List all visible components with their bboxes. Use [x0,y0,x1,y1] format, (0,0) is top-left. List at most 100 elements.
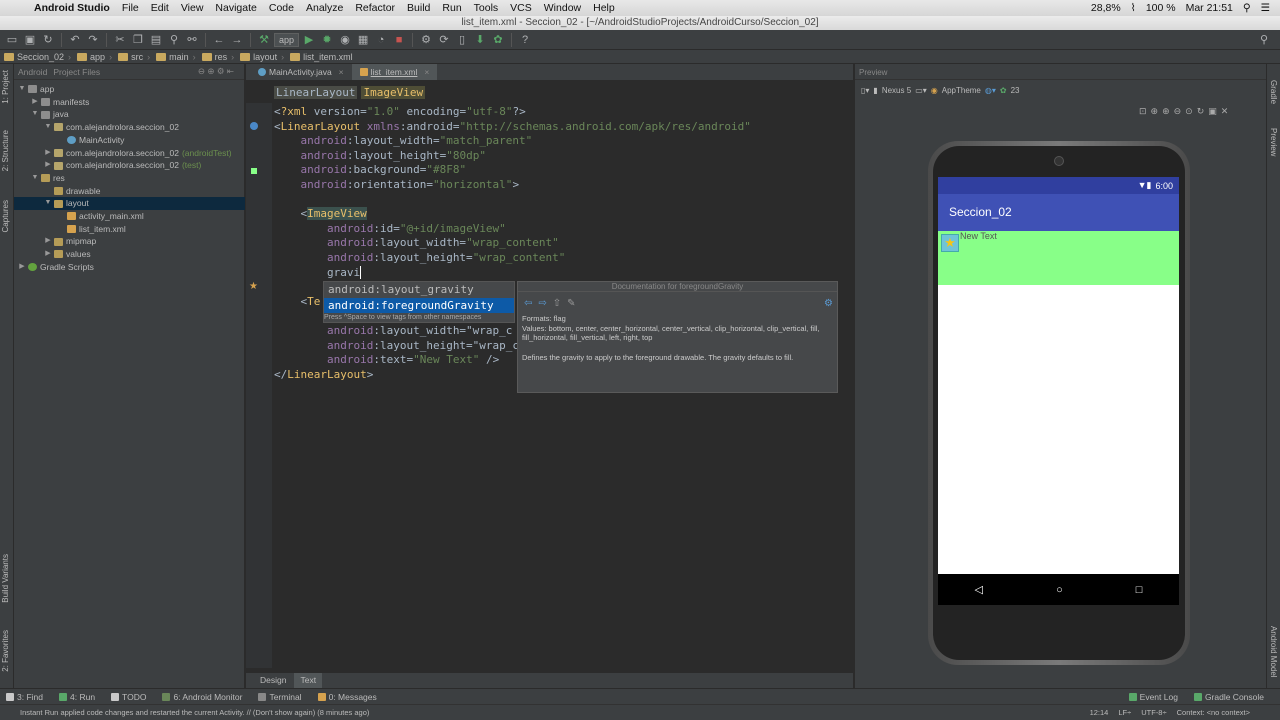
cut-icon[interactable]: ✂ [112,32,128,48]
tool-window-4-run[interactable]: 4: Run [59,692,95,702]
tree-item-mainactivity[interactable]: MainActivity [14,134,245,147]
api-level-selector[interactable]: 23 [1011,86,1020,95]
code-line[interactable]: android:layout_height="wrap_c [274,339,519,354]
copy-icon[interactable]: ❐ [130,32,146,48]
editor-tab-list-item-xml[interactable]: list_item.xml × [351,64,438,80]
code-line[interactable]: <?xml version="1.0" encoding="utf-8"?> [274,105,526,120]
app-menu[interactable]: Android Studio [34,2,110,14]
tool-window-0-messages[interactable]: 0: Messages [317,692,377,702]
doc-up-icon[interactable]: ⇧ [553,298,561,309]
run-marker-icon[interactable] [250,122,258,130]
tree-item-mipmap[interactable]: ▶ mipmap [14,235,245,248]
favorites-tool-tab[interactable]: 2: Favorites [1,630,10,672]
expand-arrow-icon[interactable]: ▶ [31,96,39,109]
menu-tools[interactable]: Tools [474,2,499,14]
code-line[interactable]: android:layout_width="wrap_c [274,324,512,339]
coverage-icon[interactable]: ▦ [355,32,371,48]
menu-view[interactable]: View [181,2,204,14]
xml-breadcrumb-imageview[interactable]: ImageView [361,86,426,99]
doc-forward-icon[interactable]: ⇨ [538,298,546,309]
locale-icon[interactable]: ◍▾ [985,86,996,95]
file-encoding[interactable]: UTF-8÷ [1141,708,1166,717]
tree-item-activity-main-xml[interactable]: activity_main.xml [14,210,245,223]
code-completion-popup[interactable]: android:layout_gravity android:foreground… [323,281,515,323]
build-variants-tool-tab[interactable]: Build Variants [1,554,10,603]
profile-icon[interactable]: ◔ [373,32,389,48]
menu-edit[interactable]: Edit [151,2,169,14]
android-api-icon[interactable]: ✿ [1000,86,1007,95]
run-config-dropdown[interactable]: app [274,32,300,47]
view-mode-android[interactable]: Android [18,67,47,77]
sync-gradle-icon[interactable]: ⟳ [436,32,452,48]
back-icon[interactable]: ← [211,32,227,48]
apple-icon[interactable] [12,2,26,14]
save-icon[interactable]: ▣ [22,32,38,48]
code-line[interactable]: <Te [274,295,320,310]
doc-edit-source-icon[interactable]: ✎ [567,298,575,309]
run-icon[interactable]: ▶ [301,32,317,48]
theme-icon[interactable]: ◉ [931,86,938,95]
view-mode-project-files[interactable]: Project Files [53,67,100,77]
menu-file[interactable]: File [122,2,139,14]
find-icon[interactable]: ⚲ [166,32,182,48]
make-project-icon[interactable]: ⚒ [256,32,272,48]
spotlight-icon[interactable]: ⚲ [1243,2,1251,14]
search-everywhere-icon[interactable]: ⚲ [1256,32,1272,48]
code-line[interactable]: gravi [274,265,362,281]
code-line[interactable]: </LinearLayout> [274,368,373,383]
tool-window-terminal[interactable]: Terminal [258,692,302,702]
device-selector[interactable]: Nexus 5 [882,86,911,95]
tree-item-com-alejandrolora-seccion-02[interactable]: ▼ com.alejandrolora.seccion_02 [14,121,245,134]
code-line[interactable]: <LinearLayout xmlns:android="http://sche… [274,120,751,135]
tree-item-app[interactable]: ▼ app [14,83,245,96]
tree-item-gradle-scripts[interactable]: ▶ Gradle Scripts [14,261,245,274]
tool-window-3-find[interactable]: 3: Find [6,692,43,702]
code-line[interactable]: android:background="#8F8" [274,163,467,178]
tree-item-com-alejandrolora-seccion-02[interactable]: ▶ com.alejandrolora.seccion_02 (test) [14,159,245,172]
menu-run[interactable]: Run [442,2,461,14]
close-tab-icon[interactable]: × [339,64,344,80]
xml-breadcrumb-linearlayout[interactable]: LinearLayout [274,86,358,99]
stop-icon[interactable]: ■ [391,32,407,48]
preview-options-icon[interactable]: ▯▾ [861,86,869,95]
menu-vcs[interactable]: VCS [510,2,532,14]
breadcrumb-item[interactable]: res › [201,52,234,62]
status-message[interactable]: Instant Run applied code changes and res… [20,708,369,717]
code-line[interactable]: android:layout_width="match_parent" [274,134,533,149]
tree-item-values[interactable]: ▶ values [14,248,245,261]
project-tool-tab[interactable]: 1: Project [1,70,10,104]
tool-window-todo[interactable]: TODO [111,692,146,702]
tree-item-layout[interactable]: ▼ layout [14,197,245,210]
code-line[interactable]: android:id="@+id/imageView" [274,222,506,237]
android-model-tool-tab[interactable]: Android Model [1269,626,1278,678]
context-indicator[interactable]: Context: <no context> [1177,708,1250,717]
sync-icon[interactable]: ↻ [40,32,56,48]
expand-arrow-icon[interactable]: ▶ [18,261,26,274]
cursor-position[interactable]: 12:14 [1090,708,1109,717]
tab-text[interactable]: Text [294,673,323,688]
forward-icon[interactable]: → [229,32,245,48]
attach-debugger-icon[interactable]: ◉ [337,32,353,48]
undo-icon[interactable]: ↶ [67,32,83,48]
close-tab-icon[interactable]: × [424,64,429,80]
preview-tool-tab[interactable]: Preview [1269,128,1278,156]
tree-item-drawable[interactable]: drawable [14,185,245,198]
android-device-monitor-icon[interactable]: ✿ [490,32,506,48]
notification-center-icon[interactable]: ☰ [1261,2,1270,14]
breadcrumb-item[interactable]: main › [156,52,196,62]
open-folder-icon[interactable]: ▭ [4,32,20,48]
doc-back-icon[interactable]: ⇦ [524,298,532,309]
clock[interactable]: Mar 21:51 [1186,2,1233,14]
device-selector-icon[interactable]: ▮ [873,86,877,95]
help-icon[interactable]: ? [517,32,533,48]
expand-arrow-icon[interactable]: ▼ [31,108,39,121]
menu-code[interactable]: Code [269,2,294,14]
tool-window-6-android-monitor[interactable]: 6: Android Monitor [162,692,242,702]
menu-navigate[interactable]: Navigate [215,2,256,14]
expand-arrow-icon[interactable]: ▶ [44,248,52,261]
menu-help[interactable]: Help [593,2,615,14]
debug-icon[interactable]: ✹ [319,32,335,48]
tree-item-list-item-xml[interactable]: list_item.xml [14,223,245,236]
expand-arrow-icon[interactable]: ▶ [44,159,52,172]
tool-window-event-log[interactable]: Event Log [1128,692,1178,702]
